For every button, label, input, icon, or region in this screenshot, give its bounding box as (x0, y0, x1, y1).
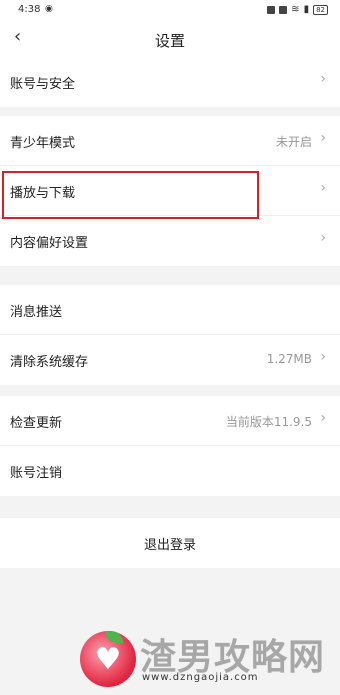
navigation-header: ‹ 设置 (0, 22, 340, 58)
settings-item-check-update[interactable]: 检查更新 当前版本11.9.5 › (0, 396, 340, 446)
settings-item-value: 未开启 (275, 135, 312, 149)
settings-item-label: 青少年模式 (10, 136, 76, 151)
settings-item-teen-mode[interactable]: 青少年模式 未开启 › (0, 116, 340, 166)
settings-item-playback-download[interactable]: 播放与下载 › (0, 166, 340, 216)
chevron-right-icon: › (320, 130, 326, 146)
settings-item-notifications[interactable]: 消息推送 (0, 285, 340, 335)
settings-item-value: 当前版本11.9.5 (225, 415, 312, 429)
status-time: 4:38 (18, 4, 41, 15)
wifi-icon: ≋ (291, 4, 300, 15)
nfc-icon (267, 5, 276, 14)
battery-icon: 82 (313, 4, 328, 15)
settings-item-label: 清除系统缓存 (10, 355, 89, 370)
watermark-url: www.dzngaojia.com (142, 672, 259, 683)
chevron-right-icon: › (320, 230, 326, 246)
chevron-right-icon: › (320, 349, 326, 365)
settings-item-label: 账号与安全 (10, 77, 76, 92)
settings-item-label: 账号注销 (10, 466, 63, 481)
logout-label: 退出登录 (143, 538, 196, 553)
heart-icon: ♥ (94, 642, 122, 677)
chevron-right-icon: › (320, 71, 326, 87)
settings-item-content-preferences[interactable]: 内容偏好设置 › (0, 216, 340, 266)
settings-item-delete-account[interactable]: 账号注销 (0, 446, 340, 496)
status-icons: ≋ ▮ 82 (267, 4, 328, 15)
settings-group-content: 青少年模式 未开启 › 播放与下载 › 内容偏好设置 › (0, 116, 340, 266)
settings-item-label: 消息推送 (10, 305, 63, 320)
settings-item-label: 播放与下载 (10, 186, 76, 201)
watermark-logo-icon: ♥ (80, 631, 136, 687)
logout-group: 退出登录 (0, 518, 340, 568)
settings-group-system: 消息推送 清除系统缓存 1.27MB › (0, 285, 340, 385)
settings-group-account: 账号与安全 › (0, 57, 340, 107)
watermark: ♥ 渣男攻略网 www.dzngaojia.com (80, 628, 335, 690)
settings-item-value: 1.27MB (266, 352, 312, 366)
settings-item-account-security[interactable]: 账号与安全 › (0, 57, 340, 107)
settings-item-label: 内容偏好设置 (10, 236, 89, 251)
eye-icon: ◉ (45, 4, 53, 14)
status-bar: 4:38 ◉ ≋ ▮ 82 (0, 0, 340, 22)
settings-item-label: 检查更新 (10, 416, 63, 431)
alarm-icon (279, 5, 288, 14)
chevron-right-icon: › (320, 410, 326, 426)
settings-item-clear-cache[interactable]: 清除系统缓存 1.27MB › (0, 335, 340, 385)
page-title: 设置 (154, 32, 185, 50)
logout-button[interactable]: 退出登录 (0, 518, 340, 568)
chevron-right-icon: › (320, 180, 326, 196)
signal-icon: ▮ (303, 4, 310, 15)
settings-group-app: 检查更新 当前版本11.9.5 › 账号注销 (0, 396, 340, 496)
